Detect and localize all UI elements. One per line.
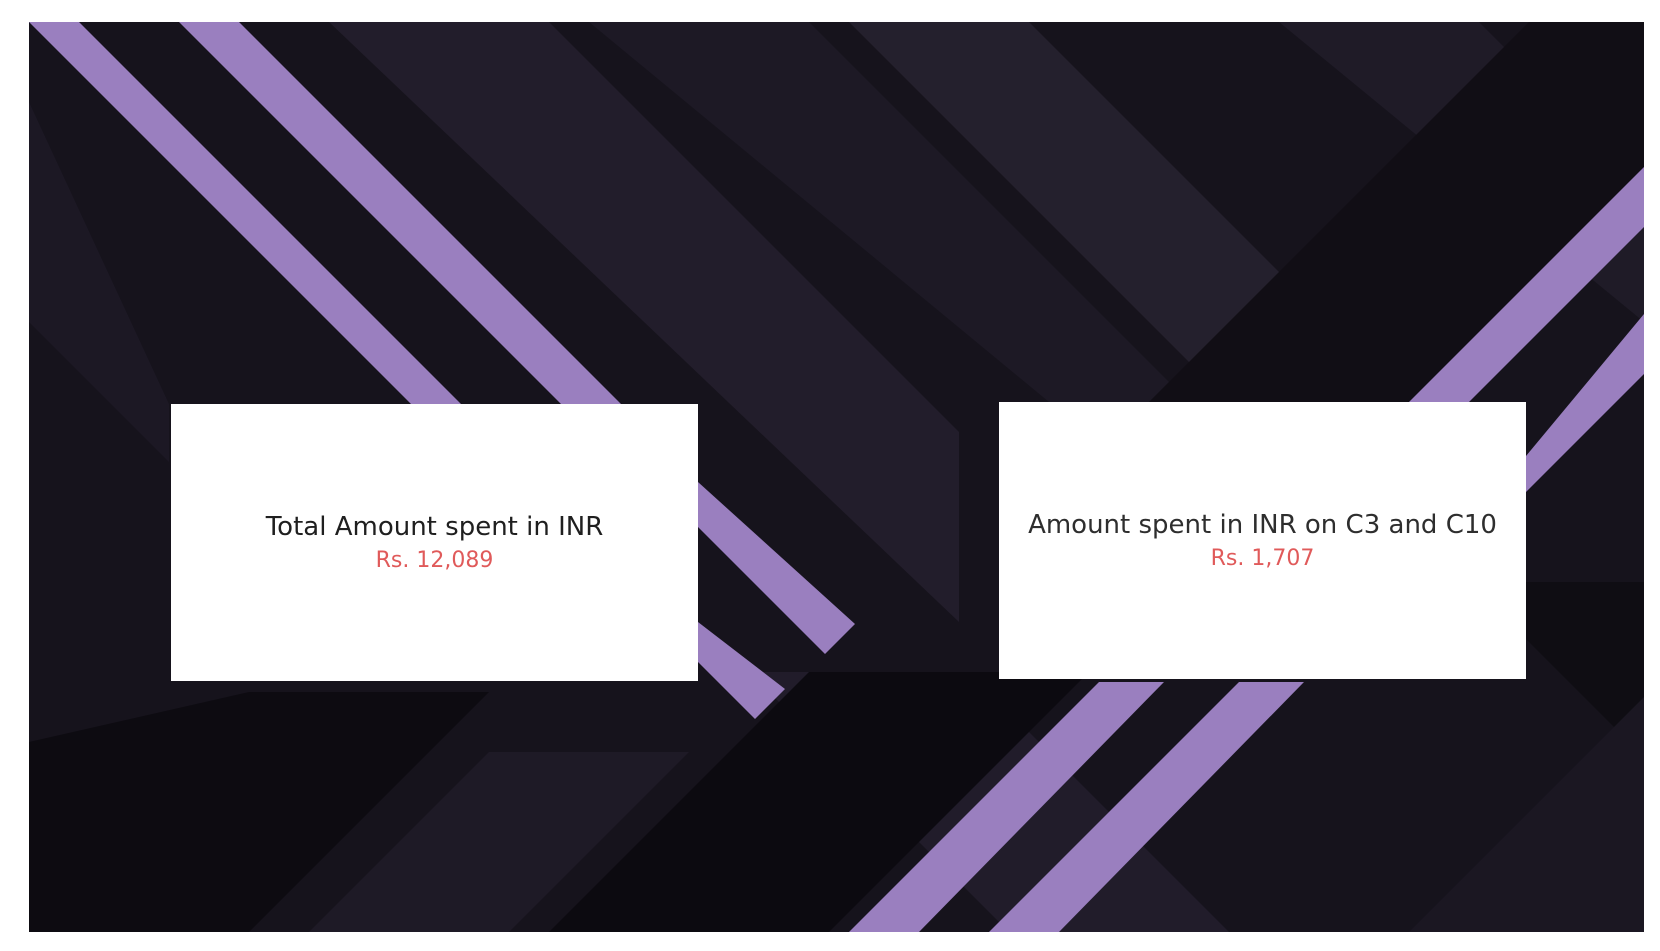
purple-stripe bbox=[1526, 314, 1644, 492]
bg-band bbox=[1409, 697, 1644, 932]
kpi-value: Rs. 12,089 bbox=[375, 547, 494, 573]
purple-stripe bbox=[698, 622, 785, 719]
kpi-value: Rs. 1,707 bbox=[1210, 545, 1315, 571]
dashboard-canvas: Total Amount spent in INR Rs. 12,089 Amo… bbox=[29, 22, 1644, 932]
kpi-title: Total Amount spent in INR bbox=[265, 511, 604, 542]
purple-stripe bbox=[698, 482, 855, 654]
bg-band bbox=[29, 102, 169, 462]
kpi-card-total-amount: Total Amount spent in INR Rs. 12,089 bbox=[171, 404, 698, 681]
kpi-card-c3-c10-amount: Amount spent in INR on C3 and C10 Rs. 1,… bbox=[999, 402, 1526, 679]
kpi-title: Amount spent in INR on C3 and C10 bbox=[1028, 509, 1497, 540]
